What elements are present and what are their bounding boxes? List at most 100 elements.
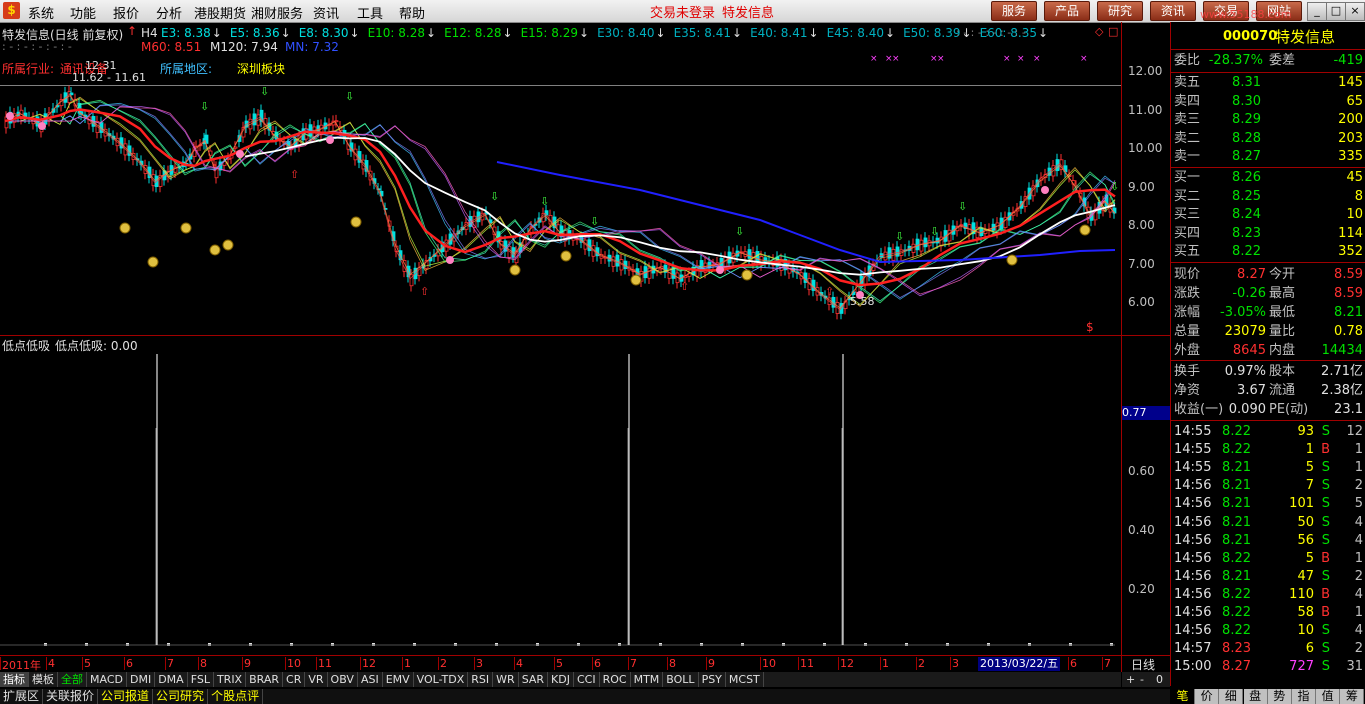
zoom-in-button[interactable]: + bbox=[1126, 672, 1135, 687]
research-button[interactable]: 研究 bbox=[1097, 1, 1144, 21]
diamond-icon[interactable]: ◇ bbox=[1095, 25, 1103, 38]
indicator-tab-psy[interactable]: PSY bbox=[699, 672, 726, 687]
buy-arrow-icon: ⇩ bbox=[590, 215, 599, 228]
bid-label: 买三 bbox=[1174, 207, 1201, 222]
close-icon[interactable]: × bbox=[1345, 2, 1365, 21]
app-logo-icon: $ bbox=[3, 2, 20, 19]
indicator-tab-roc[interactable]: ROC bbox=[600, 672, 631, 687]
news-button[interactable]: 资讯 bbox=[1150, 1, 1197, 21]
tick-direction: S bbox=[1321, 641, 1330, 657]
indicator-tab-rsi[interactable]: RSI bbox=[468, 672, 494, 687]
fund-label: 股本 bbox=[1269, 364, 1296, 379]
indicator-tab-sar[interactable]: SAR bbox=[519, 672, 549, 687]
date-tick-label: 1 bbox=[882, 657, 889, 670]
zoom-controls: + - 0 bbox=[1122, 672, 1170, 687]
indicator-tab-全部[interactable]: 全部 bbox=[58, 672, 87, 687]
zoom-out-button[interactable]: - bbox=[1140, 672, 1144, 687]
date-tick-label: 6 bbox=[1070, 657, 1077, 670]
right-tab-3[interactable]: 盘 bbox=[1243, 689, 1268, 704]
tick-direction: B bbox=[1321, 586, 1330, 602]
menu-analysis[interactable]: 分析 bbox=[156, 3, 182, 22]
tick-direction: B bbox=[1321, 442, 1330, 458]
tick-direction: S bbox=[1321, 514, 1330, 530]
tick-price: 8.21 bbox=[1222, 460, 1251, 476]
weibi-value: -28.37% bbox=[1208, 53, 1263, 68]
right-tab-1[interactable]: 价 bbox=[1195, 689, 1220, 704]
minimize-icon[interactable]: _ bbox=[1307, 2, 1327, 21]
indicator-tab-指标[interactable]: 指标 bbox=[0, 672, 29, 687]
right-tab-7[interactable]: 筹 bbox=[1340, 689, 1365, 704]
tick-row: 14:55 8.21 5 S 1 bbox=[1171, 459, 1365, 477]
ask-volume: 65 bbox=[1346, 93, 1363, 109]
bid-volume: 45 bbox=[1346, 170, 1363, 185]
buy-arrow-icon: ⇩ bbox=[735, 225, 744, 238]
zoom-reset-button[interactable]: 0 bbox=[1156, 672, 1163, 687]
indicator-tab-trix[interactable]: TRIX bbox=[214, 672, 247, 687]
product-button[interactable]: 产品 bbox=[1044, 1, 1091, 21]
menu-news[interactable]: 资讯 bbox=[313, 3, 339, 22]
indicator-tab-mcst[interactable]: MCST bbox=[726, 672, 764, 687]
price-chart[interactable]: ⇩⇩ ⇩⇩ ⇩⇩⇩ ⇩ ⇩⇩⇩⇧⇧ ⇧ ⇧× × × × × × × × ×5.58 bbox=[0, 50, 1121, 335]
indicator-tab-mtm[interactable]: MTM bbox=[631, 672, 664, 687]
indicator-tab-wr[interactable]: WR bbox=[493, 672, 519, 687]
date-tick-label: 12 bbox=[840, 657, 854, 670]
down-arrow-icon: ↓ bbox=[280, 26, 291, 40]
indicator-tab-asi[interactable]: ASI bbox=[358, 672, 383, 687]
bottom-tab-2[interactable]: 公司报道 bbox=[98, 689, 154, 704]
indicator-tab-模板[interactable]: 模板 bbox=[29, 672, 58, 687]
indicator-tab-obv[interactable]: OBV bbox=[328, 672, 358, 687]
indicator-tab-cci[interactable]: CCI bbox=[574, 672, 600, 687]
indicator-tab-cr[interactable]: CR bbox=[283, 672, 306, 687]
indicator-tab-vr[interactable]: VR bbox=[305, 672, 328, 687]
menu-system[interactable]: 系统 bbox=[28, 3, 54, 22]
date-tick bbox=[124, 657, 125, 670]
service-button[interactable]: 服务 bbox=[991, 1, 1038, 21]
tick-volume: 47 bbox=[1297, 568, 1314, 584]
tick-volume: 10 bbox=[1297, 623, 1314, 639]
indicator-tab-kdj[interactable]: KDJ bbox=[548, 672, 574, 687]
tick-direction: S bbox=[1321, 496, 1330, 512]
right-tab-6[interactable]: 值 bbox=[1316, 689, 1341, 704]
indicator-tab-vol-tdx[interactable]: VOL-TDX bbox=[414, 672, 469, 687]
indicator-chart[interactable] bbox=[0, 340, 1121, 655]
menu-help[interactable]: 帮助 bbox=[399, 3, 425, 22]
menu-tools[interactable]: 工具 bbox=[357, 3, 383, 22]
bid-price: 8.23 bbox=[1232, 225, 1261, 241]
right-tab-0[interactable]: 笔 bbox=[1171, 689, 1195, 704]
ma-value-4: E12: 8.28 bbox=[444, 26, 502, 40]
signal-dot-icon bbox=[236, 150, 244, 158]
menu-quote[interactable]: 报价 bbox=[113, 3, 139, 22]
bottom-tab-3[interactable]: 公司研究 bbox=[153, 689, 209, 704]
indicator-tab-brar[interactable]: BRAR bbox=[246, 672, 284, 687]
bottom-tab-0[interactable]: 扩展区 bbox=[0, 689, 44, 704]
bottom-tabs: 扩展区 关联报价 公司报道 公司研究 个股点评 bbox=[0, 689, 1170, 704]
date-tick-label: 7 bbox=[167, 657, 174, 670]
ema-ribbon-line bbox=[4, 95, 1116, 309]
fund-value: 2.38亿 bbox=[1321, 383, 1363, 398]
indicator-tab-macd[interactable]: MACD bbox=[87, 672, 127, 687]
trade-login-status[interactable]: 交易未登录 bbox=[650, 2, 715, 21]
bottom-tab-1[interactable]: 关联报价 bbox=[43, 689, 99, 704]
indicator-tab-emv[interactable]: EMV bbox=[383, 672, 414, 687]
right-tab-2[interactable]: 细 bbox=[1219, 689, 1244, 704]
indicator-tab-boll[interactable]: BOLL bbox=[663, 672, 699, 687]
period-label[interactable]: 日线 bbox=[1131, 656, 1155, 673]
right-tab-5[interactable]: 指 bbox=[1292, 689, 1316, 704]
indicator-tick-label: 0.20 bbox=[1128, 582, 1155, 596]
bid-label: 买二 bbox=[1174, 188, 1201, 204]
square-icon[interactable]: □ bbox=[1108, 25, 1118, 38]
date-tick bbox=[360, 657, 361, 670]
menu-xiangcai-service[interactable]: 湘财服务 bbox=[251, 3, 303, 22]
menu-function[interactable]: 功能 bbox=[70, 3, 96, 22]
bottom-tab-4[interactable]: 个股点评 bbox=[208, 689, 264, 704]
tick-price: 8.21 bbox=[1222, 568, 1251, 584]
menu-hk-futures[interactable]: 港股期货 bbox=[194, 3, 246, 22]
indicator-tab-dmi[interactable]: DMI bbox=[127, 672, 156, 687]
indicator-tab-dma[interactable]: DMA bbox=[155, 672, 188, 687]
mark-x-icon: × bbox=[937, 54, 945, 64]
right-tab-4[interactable]: 势 bbox=[1267, 689, 1292, 704]
stock-name: 特发信息 bbox=[1275, 28, 1336, 46]
indicator-tab-fsl[interactable]: FSL bbox=[188, 672, 214, 687]
maximize-icon[interactable]: □ bbox=[1326, 2, 1346, 21]
buy-arrow-icon: ⇩ bbox=[200, 100, 209, 113]
